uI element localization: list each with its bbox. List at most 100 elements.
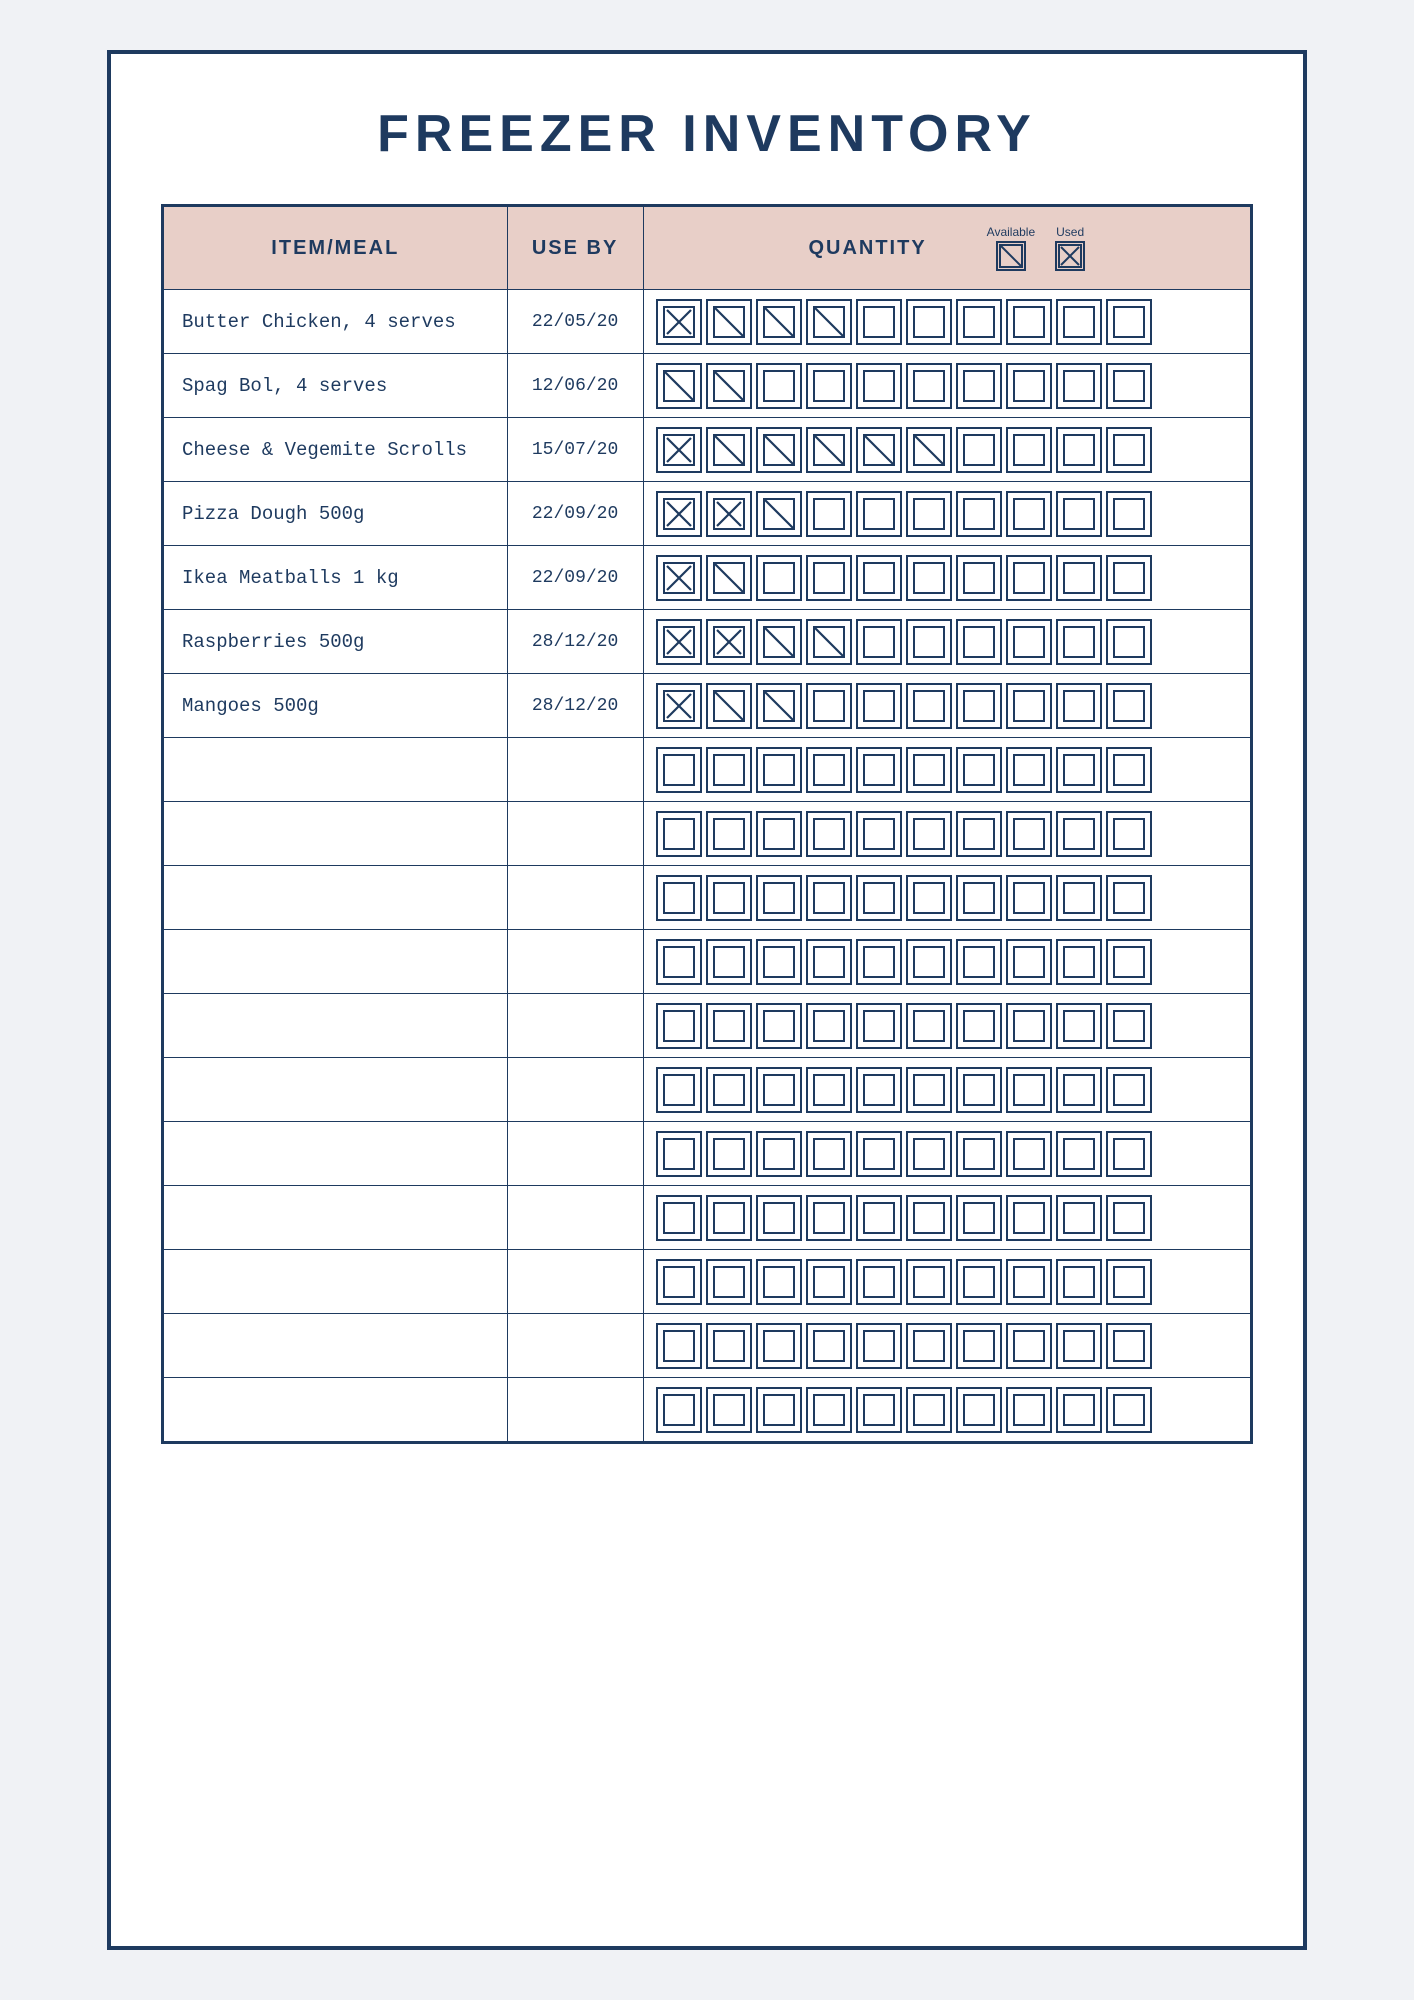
quantity-box[interactable] xyxy=(706,299,752,345)
quantity-box[interactable] xyxy=(1056,299,1102,345)
quantity-box[interactable] xyxy=(706,1387,752,1433)
quantity-box[interactable] xyxy=(806,1131,852,1177)
quantity-box[interactable] xyxy=(1006,1067,1052,1113)
quantity-box[interactable] xyxy=(1006,555,1052,601)
quantity-box[interactable] xyxy=(956,1387,1002,1433)
quantity-box[interactable] xyxy=(1056,939,1102,985)
quantity-box[interactable] xyxy=(706,555,752,601)
quantity-box[interactable] xyxy=(1006,427,1052,473)
quantity-box[interactable] xyxy=(1056,747,1102,793)
quantity-box[interactable] xyxy=(856,427,902,473)
quantity-box[interactable] xyxy=(1006,747,1052,793)
quantity-box[interactable] xyxy=(806,299,852,345)
quantity-box[interactable] xyxy=(956,1003,1002,1049)
quantity-box[interactable] xyxy=(906,875,952,921)
quantity-box[interactable] xyxy=(656,1067,702,1113)
quantity-box[interactable] xyxy=(706,427,752,473)
quantity-box[interactable] xyxy=(956,1259,1002,1305)
quantity-box[interactable] xyxy=(706,1259,752,1305)
quantity-box[interactable] xyxy=(856,555,902,601)
quantity-box[interactable] xyxy=(806,811,852,857)
quantity-box[interactable] xyxy=(1106,1131,1152,1177)
quantity-box[interactable] xyxy=(706,747,752,793)
quantity-box[interactable] xyxy=(656,1195,702,1241)
quantity-box[interactable] xyxy=(906,1259,952,1305)
quantity-box[interactable] xyxy=(706,1131,752,1177)
quantity-box[interactable] xyxy=(1106,299,1152,345)
quantity-box[interactable] xyxy=(1006,683,1052,729)
quantity-box[interactable] xyxy=(1056,363,1102,409)
quantity-box[interactable] xyxy=(756,1195,802,1241)
quantity-box[interactable] xyxy=(706,491,752,537)
quantity-box[interactable] xyxy=(756,1131,802,1177)
quantity-box[interactable] xyxy=(806,363,852,409)
quantity-box[interactable] xyxy=(1006,1131,1052,1177)
quantity-box[interactable] xyxy=(906,683,952,729)
quantity-box[interactable] xyxy=(856,619,902,665)
quantity-box[interactable] xyxy=(1056,491,1102,537)
quantity-box[interactable] xyxy=(756,491,802,537)
quantity-box[interactable] xyxy=(1106,619,1152,665)
quantity-box[interactable] xyxy=(806,1323,852,1369)
quantity-box[interactable] xyxy=(656,1259,702,1305)
quantity-box[interactable] xyxy=(956,1323,1002,1369)
quantity-box[interactable] xyxy=(956,427,1002,473)
quantity-box[interactable] xyxy=(756,555,802,601)
quantity-box[interactable] xyxy=(956,875,1002,921)
quantity-box[interactable] xyxy=(906,619,952,665)
quantity-box[interactable] xyxy=(856,1131,902,1177)
quantity-box[interactable] xyxy=(906,1195,952,1241)
quantity-box[interactable] xyxy=(856,363,902,409)
quantity-box[interactable] xyxy=(1006,299,1052,345)
quantity-box[interactable] xyxy=(756,747,802,793)
quantity-box[interactable] xyxy=(1056,811,1102,857)
quantity-box[interactable] xyxy=(1056,683,1102,729)
quantity-box[interactable] xyxy=(1106,1323,1152,1369)
quantity-box[interactable] xyxy=(856,747,902,793)
quantity-box[interactable] xyxy=(656,875,702,921)
quantity-box[interactable] xyxy=(956,555,1002,601)
quantity-box[interactable] xyxy=(656,747,702,793)
quantity-box[interactable] xyxy=(806,491,852,537)
quantity-box[interactable] xyxy=(956,363,1002,409)
quantity-box[interactable] xyxy=(656,427,702,473)
quantity-box[interactable] xyxy=(1056,1387,1102,1433)
quantity-box[interactable] xyxy=(1006,875,1052,921)
quantity-box[interactable] xyxy=(806,939,852,985)
quantity-box[interactable] xyxy=(806,1003,852,1049)
quantity-box[interactable] xyxy=(706,1003,752,1049)
quantity-box[interactable] xyxy=(1056,875,1102,921)
quantity-box[interactable] xyxy=(856,811,902,857)
quantity-box[interactable] xyxy=(906,363,952,409)
quantity-box[interactable] xyxy=(656,1387,702,1433)
quantity-box[interactable] xyxy=(956,299,1002,345)
quantity-box[interactable] xyxy=(956,1195,1002,1241)
quantity-box[interactable] xyxy=(1056,1003,1102,1049)
quantity-box[interactable] xyxy=(756,939,802,985)
quantity-box[interactable] xyxy=(1106,1003,1152,1049)
quantity-box[interactable] xyxy=(1106,875,1152,921)
quantity-box[interactable] xyxy=(656,491,702,537)
quantity-box[interactable] xyxy=(656,683,702,729)
quantity-box[interactable] xyxy=(706,1323,752,1369)
quantity-box[interactable] xyxy=(956,811,1002,857)
quantity-box[interactable] xyxy=(756,363,802,409)
quantity-box[interactable] xyxy=(756,1387,802,1433)
quantity-box[interactable] xyxy=(656,939,702,985)
quantity-box[interactable] xyxy=(706,811,752,857)
quantity-box[interactable] xyxy=(956,1131,1002,1177)
quantity-box[interactable] xyxy=(956,747,1002,793)
quantity-box[interactable] xyxy=(1106,491,1152,537)
quantity-box[interactable] xyxy=(1006,619,1052,665)
quantity-box[interactable] xyxy=(706,939,752,985)
quantity-box[interactable] xyxy=(1006,1387,1052,1433)
quantity-box[interactable] xyxy=(956,491,1002,537)
quantity-box[interactable] xyxy=(756,1323,802,1369)
quantity-box[interactable] xyxy=(1006,491,1052,537)
quantity-box[interactable] xyxy=(1056,1131,1102,1177)
quantity-box[interactable] xyxy=(806,875,852,921)
quantity-box[interactable] xyxy=(1106,683,1152,729)
quantity-box[interactable] xyxy=(1056,1323,1102,1369)
quantity-box[interactable] xyxy=(806,683,852,729)
quantity-box[interactable] xyxy=(806,1195,852,1241)
